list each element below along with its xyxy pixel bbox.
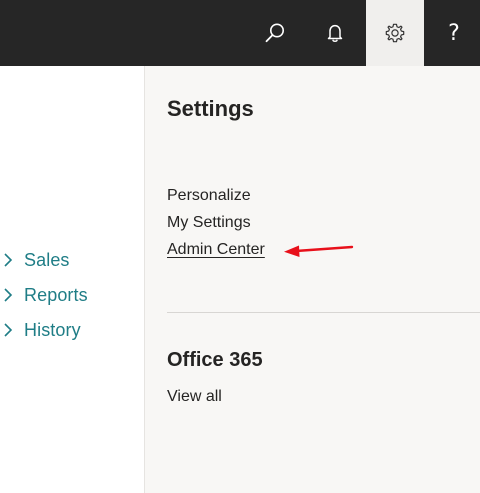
- chevron-right-icon: [2, 287, 18, 303]
- personalize-link[interactable]: Personalize: [167, 187, 251, 205]
- divider: [167, 312, 480, 313]
- help-icon: ?: [448, 20, 460, 46]
- nav-item-label: Reports: [24, 284, 88, 305]
- my-settings-link[interactable]: My Settings: [167, 214, 251, 232]
- left-nav: Sales Reports History: [0, 66, 144, 493]
- view-all-link[interactable]: View all: [167, 388, 222, 406]
- settings-title: Settings: [167, 96, 254, 121]
- bell-icon: [327, 24, 343, 43]
- chevron-right-icon: [2, 252, 18, 268]
- nav-item-reports[interactable]: Reports: [2, 281, 88, 309]
- top-bar: ?: [0, 0, 480, 66]
- nav-item-sales[interactable]: Sales: [2, 246, 70, 274]
- nav-item-label: Sales: [24, 249, 70, 270]
- chevron-right-icon: [2, 322, 18, 338]
- search-button[interactable]: [247, 0, 303, 66]
- annotation-arrow-icon: [284, 245, 354, 257]
- notifications-button[interactable]: [307, 0, 363, 66]
- gear-icon: [385, 23, 405, 43]
- settings-button[interactable]: [366, 0, 424, 66]
- nav-item-label: History: [24, 319, 81, 340]
- nav-item-history[interactable]: History: [2, 316, 81, 344]
- admin-center-link[interactable]: Admin Center: [167, 241, 265, 259]
- settings-panel: Settings Personalize My Settings Admin C…: [144, 66, 480, 493]
- search-icon: [265, 23, 284, 43]
- help-button[interactable]: ?: [426, 0, 480, 66]
- office-365-title: Office 365: [167, 349, 263, 371]
